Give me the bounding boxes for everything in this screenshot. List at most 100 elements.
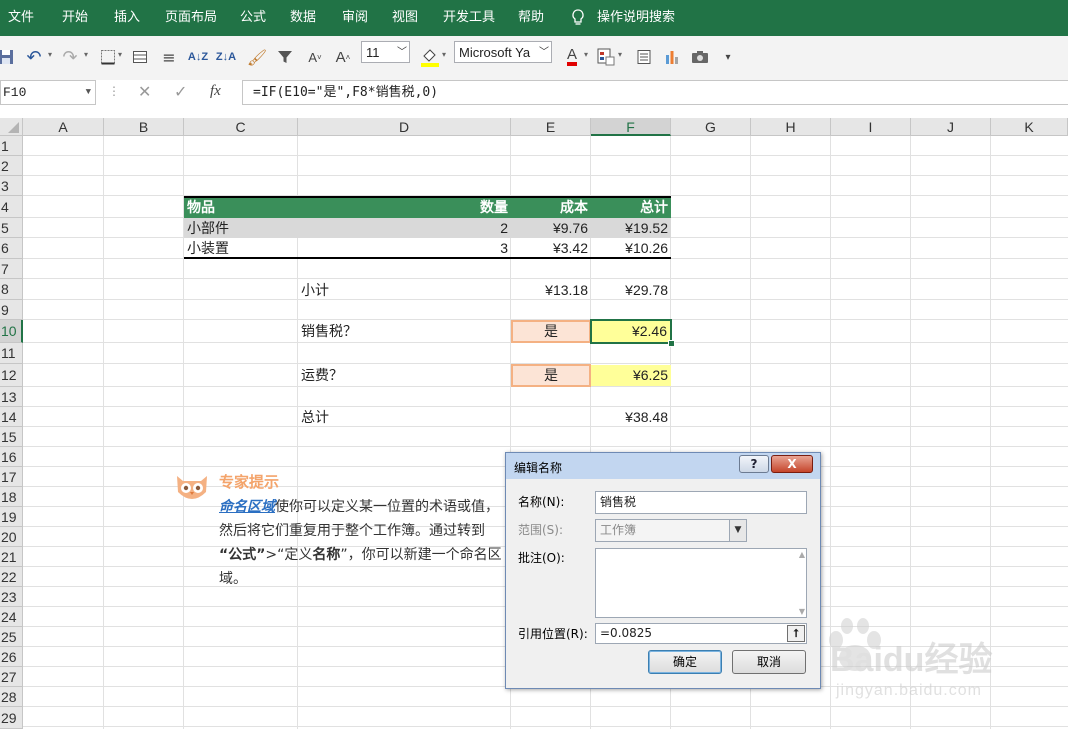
menu-file[interactable]: 文件	[8, 0, 34, 36]
table-cell-cost[interactable]: ¥9.76	[511, 218, 591, 238]
row-header-21[interactable]: 21	[0, 547, 23, 567]
menu-data[interactable]: 数据	[290, 0, 316, 36]
row-header-23[interactable]: 23	[0, 587, 23, 607]
scope-select[interactable]: 工作簿 ▼	[595, 519, 747, 542]
menu-page-layout[interactable]: 页面布局	[165, 0, 217, 36]
row-header-25[interactable]: 25	[0, 627, 23, 647]
sort-ascending-icon[interactable]: A↓Z	[186, 44, 210, 70]
row-header-18[interactable]: 18	[0, 487, 23, 507]
table-cell-item[interactable]: 小装置	[184, 238, 298, 258]
dialog-title-bar[interactable]: 编辑名称 ? X	[506, 453, 820, 479]
row-header-14[interactable]: 14	[0, 407, 23, 427]
table-cell-qty[interactable]: 3	[430, 238, 511, 258]
menu-view[interactable]: 视图	[392, 0, 418, 36]
undo-dropdown-icon[interactable]: ▾	[48, 50, 52, 59]
chevron-down-icon[interactable]: ▼	[86, 81, 91, 104]
font-color-icon[interactable]: A	[560, 44, 584, 70]
row-header-16[interactable]: 16	[0, 447, 23, 467]
scroll-up-icon[interactable]: ▲	[799, 550, 805, 559]
table-cell-total[interactable]: ¥19.52	[591, 218, 671, 238]
undo-icon[interactable]: ↶	[22, 44, 46, 70]
row-header-12[interactable]: 12	[0, 364, 23, 387]
filter-icon[interactable]	[273, 44, 297, 70]
row-header-9[interactable]: 9	[0, 300, 23, 320]
close-button[interactable]: X	[771, 455, 813, 473]
column-header-e[interactable]: E	[511, 118, 591, 136]
column-header-d[interactable]: D	[298, 118, 511, 136]
redo-icon[interactable]: ↷	[58, 44, 82, 70]
row-header-3[interactable]: 3	[0, 176, 23, 196]
grand-total-value[interactable]: ¥38.48	[591, 407, 671, 427]
camera-icon[interactable]	[688, 44, 712, 70]
row-header-5[interactable]: 5	[0, 218, 23, 238]
row-header-29[interactable]: 29	[0, 707, 23, 729]
insert-function-icon[interactable]: fx	[210, 83, 221, 100]
table-cell-cost[interactable]: ¥3.42	[511, 238, 591, 258]
form-icon[interactable]	[632, 44, 656, 70]
row-header-2[interactable]: 2	[0, 156, 23, 176]
format-table-icon[interactable]	[128, 44, 152, 70]
name-box[interactable]: F10 ▼	[0, 80, 96, 105]
save-icon[interactable]	[0, 44, 18, 70]
menu-help[interactable]: 帮助	[518, 0, 544, 36]
column-header-j[interactable]: J	[911, 118, 991, 136]
cancel-button[interactable]: 取消	[732, 650, 806, 674]
column-header-h[interactable]: H	[751, 118, 831, 136]
collapse-dialog-icon[interactable]: ⭡	[787, 625, 805, 642]
reference-input[interactable]: =0.0825 ⭡	[595, 623, 807, 644]
row-header-20[interactable]: 20	[0, 527, 23, 547]
comment-textarea[interactable]: ▲ ▼	[595, 548, 807, 618]
column-header-c[interactable]: C	[184, 118, 298, 136]
fill-color-icon[interactable]	[418, 44, 442, 70]
row-header-28[interactable]: 28	[0, 687, 23, 707]
enter-icon[interactable]: ✓	[174, 82, 187, 101]
column-header-i[interactable]: I	[831, 118, 911, 136]
font-name-select[interactable]: Microsoft Ya ﹀	[454, 41, 552, 63]
conditional-format-icon[interactable]	[594, 44, 618, 70]
sales-tax-value[interactable]: ¥2.46	[590, 319, 672, 344]
format-painter-icon[interactable]: 🖌	[245, 44, 269, 70]
shipping-label[interactable]: 运费？	[298, 365, 448, 385]
column-header-k[interactable]: K	[991, 118, 1068, 136]
row-header-10[interactable]: 10	[0, 320, 23, 343]
column-header-b[interactable]: B	[104, 118, 184, 136]
named-range-link[interactable]: 命名区域	[219, 499, 275, 515]
increase-font-icon[interactable]: A ˄	[331, 44, 355, 70]
table-header-total[interactable]: 总计	[591, 197, 671, 217]
borders-dropdown-icon[interactable]: ▾	[118, 50, 122, 59]
row-header-27[interactable]: 27	[0, 667, 23, 687]
row-header-1[interactable]: 1	[0, 136, 23, 156]
table-cell-item[interactable]: 小部件	[184, 218, 298, 238]
grand-total-label[interactable]: 总计	[298, 407, 448, 427]
font-size-select[interactable]: 11 ﹀	[361, 41, 410, 63]
row-header-11[interactable]: 11	[0, 343, 23, 364]
name-input[interactable]: 销售税	[595, 491, 807, 514]
shipping-value[interactable]: ¥6.25	[591, 365, 671, 386]
column-header-a[interactable]: A	[23, 118, 104, 136]
row-header-7[interactable]: 7	[0, 259, 23, 279]
borders-icon[interactable]	[96, 44, 120, 70]
more-options-icon[interactable]: ⋮	[108, 84, 120, 98]
table-header-qty[interactable]: 数量	[430, 197, 511, 217]
font-color-dropdown-icon[interactable]: ▾	[584, 50, 588, 59]
menu-review[interactable]: 审阅	[342, 0, 368, 36]
column-header-f[interactable]: F	[591, 118, 671, 136]
row-header-6[interactable]: 6	[0, 238, 23, 259]
cancel-icon[interactable]: ✕	[138, 82, 151, 101]
table-cell-total[interactable]: ¥10.26	[591, 238, 671, 258]
table-header-cost[interactable]: 成本	[511, 197, 591, 217]
table-cell-qty[interactable]: 2	[430, 218, 511, 238]
chevron-down-icon[interactable]: ▼	[729, 520, 746, 541]
ok-button[interactable]: 确定	[648, 650, 722, 674]
sales-tax-flag[interactable]: 是	[511, 320, 591, 343]
row-header-24[interactable]: 24	[0, 607, 23, 627]
align-icon[interactable]: ≡	[157, 44, 181, 70]
row-header-15[interactable]: 15	[0, 427, 23, 447]
row-header-8[interactable]: 8	[0, 279, 23, 300]
decrease-font-icon[interactable]: A ˅	[303, 44, 327, 70]
chart-icon[interactable]	[660, 44, 684, 70]
shipping-flag[interactable]: 是	[511, 364, 591, 387]
table-header-item[interactable]: 物品	[184, 197, 298, 217]
row-header-13[interactable]: 13	[0, 387, 23, 407]
row-header-19[interactable]: 19	[0, 507, 23, 527]
